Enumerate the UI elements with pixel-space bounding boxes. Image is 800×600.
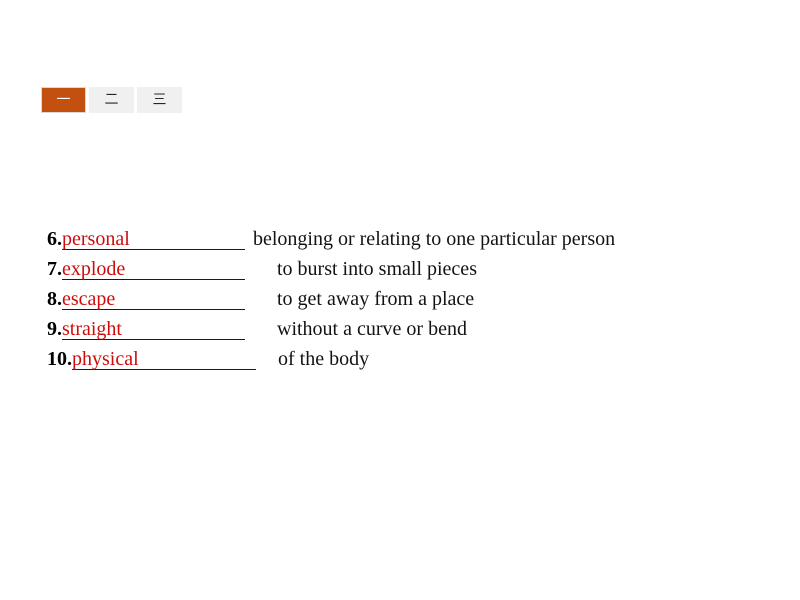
answer-word: straight [62,318,122,340]
definition-text: to get away from a place [277,288,475,310]
definition-text: belonging or relating to one particular … [253,228,616,250]
slide-canvas: 一 二 三 6. personal belonging or relating … [0,0,800,600]
item-number: 7. [47,258,62,280]
vocabulary-list: 6. personal belonging or relating to one… [47,228,767,378]
tab-strip: 一 二 三 [41,87,182,113]
answer-blank[interactable]: personal [62,228,245,250]
answer-blank[interactable]: physical [72,348,256,370]
answer-word: physical [72,348,139,370]
vocabulary-row-prompt: 6. personal [47,228,245,250]
vocabulary-row-prompt: 7. explode [47,258,245,280]
answer-word: escape [62,288,116,310]
tab-section-two[interactable]: 二 [89,87,134,113]
item-number: 8. [47,288,62,310]
answer-blank[interactable]: escape [62,288,245,310]
definition-text: to burst into small pieces [277,258,477,280]
vocabulary-row-prompt: 8. escape [47,288,245,310]
answer-word: explode [62,258,126,280]
tab-section-one-label: 一 [56,92,71,108]
answer-word: personal [62,228,130,250]
definition-text: of the body [278,348,370,370]
vocabulary-row-prompt: 9. straight [47,318,245,340]
vocabulary-row: 6. personal belonging or relating to one… [47,228,767,258]
vocabulary-row: 7. explode to burst into small pieces [47,258,767,288]
tab-section-two-label: 二 [104,92,119,108]
tab-section-three-label: 三 [152,92,167,108]
vocabulary-row: 10. physical of the body [47,348,767,378]
vocabulary-row-prompt: 10. physical [47,348,256,370]
tab-section-one[interactable]: 一 [41,87,86,113]
answer-blank[interactable]: straight [62,318,245,340]
tab-section-three[interactable]: 三 [137,87,182,113]
vocabulary-row: 9. straight without a curve or bend [47,318,767,348]
item-number: 9. [47,318,62,340]
definition-text: without a curve or bend [277,318,467,340]
answer-blank[interactable]: explode [62,258,245,280]
item-number: 6. [47,228,62,250]
vocabulary-row: 8. escape to get away from a place [47,288,767,318]
item-number: 10. [47,348,72,370]
